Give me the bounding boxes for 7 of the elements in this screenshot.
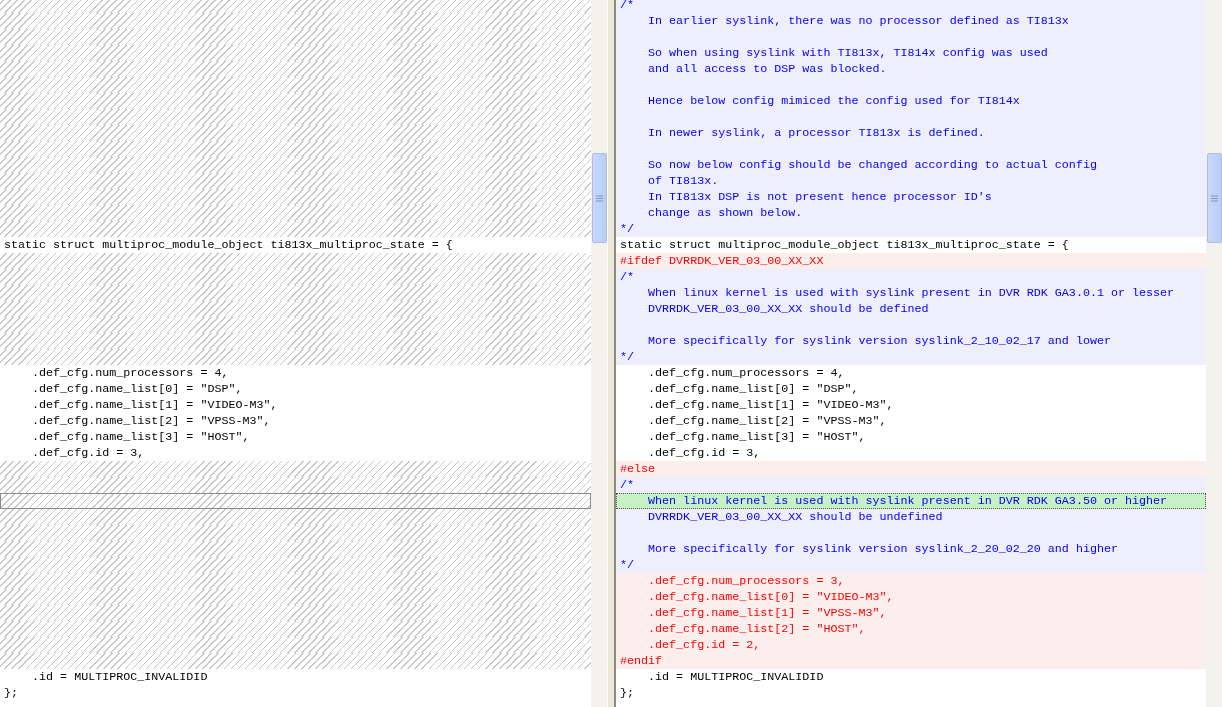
scrollbar-thumb[interactable] <box>592 153 607 243</box>
scrollbar-thumb[interactable] <box>1207 153 1222 243</box>
vertical-scrollbar[interactable] <box>591 0 607 707</box>
grip-icon <box>1211 194 1218 202</box>
grip-icon <box>596 194 603 202</box>
pane-splitter[interactable] <box>607 0 616 707</box>
vertical-scrollbar[interactable] <box>1206 0 1222 707</box>
